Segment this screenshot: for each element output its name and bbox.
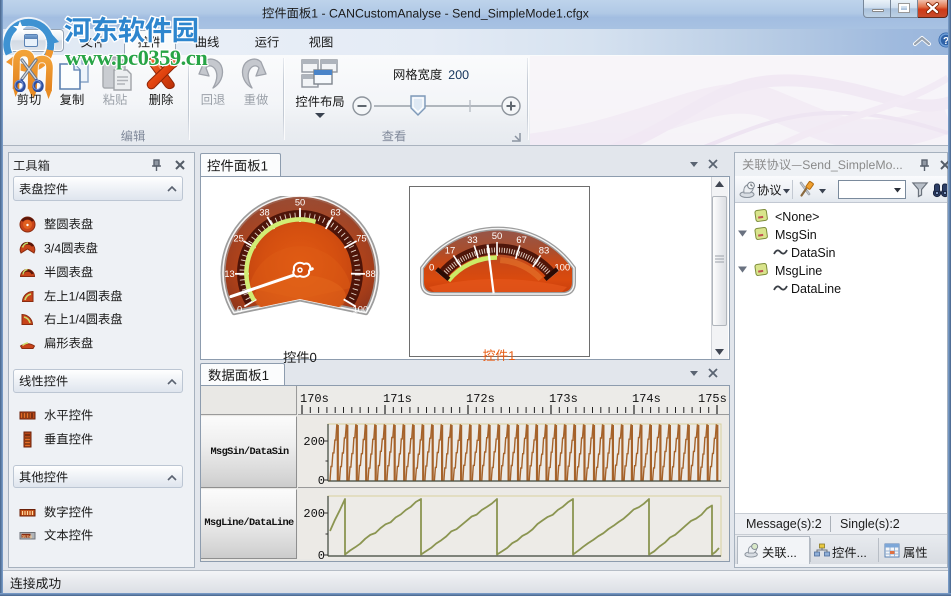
svg-text:200: 200	[303, 507, 325, 521]
svg-text:0: 0	[429, 262, 434, 273]
svg-text:170s: 170s	[300, 392, 329, 406]
svg-text:17: 17	[445, 246, 456, 257]
svg-text:50: 50	[492, 231, 503, 242]
svg-text:174s: 174s	[632, 392, 661, 406]
svg-text:88: 88	[365, 269, 375, 279]
svg-text:50: 50	[295, 198, 305, 208]
svg-text:63: 63	[330, 207, 340, 217]
svg-text:100: 100	[353, 305, 369, 315]
svg-text:0: 0	[318, 549, 325, 559]
svg-text:13: 13	[224, 269, 234, 279]
svg-text:0: 0	[318, 474, 325, 488]
svg-text:33: 33	[467, 235, 478, 246]
svg-text:75: 75	[356, 234, 366, 244]
svg-text:String: String	[22, 534, 32, 538]
svg-text:200: 200	[303, 435, 325, 449]
svg-text:171s: 171s	[383, 392, 412, 406]
svg-text:67: 67	[516, 235, 527, 246]
svg-text:0: 0	[237, 305, 242, 315]
svg-text:83: 83	[539, 246, 550, 257]
svg-text:25: 25	[233, 234, 243, 244]
svg-text:173s: 173s	[549, 392, 578, 406]
svg-text:175s: 175s	[698, 392, 727, 406]
svg-text:172s: 172s	[466, 392, 495, 406]
svg-text:38: 38	[259, 207, 269, 217]
